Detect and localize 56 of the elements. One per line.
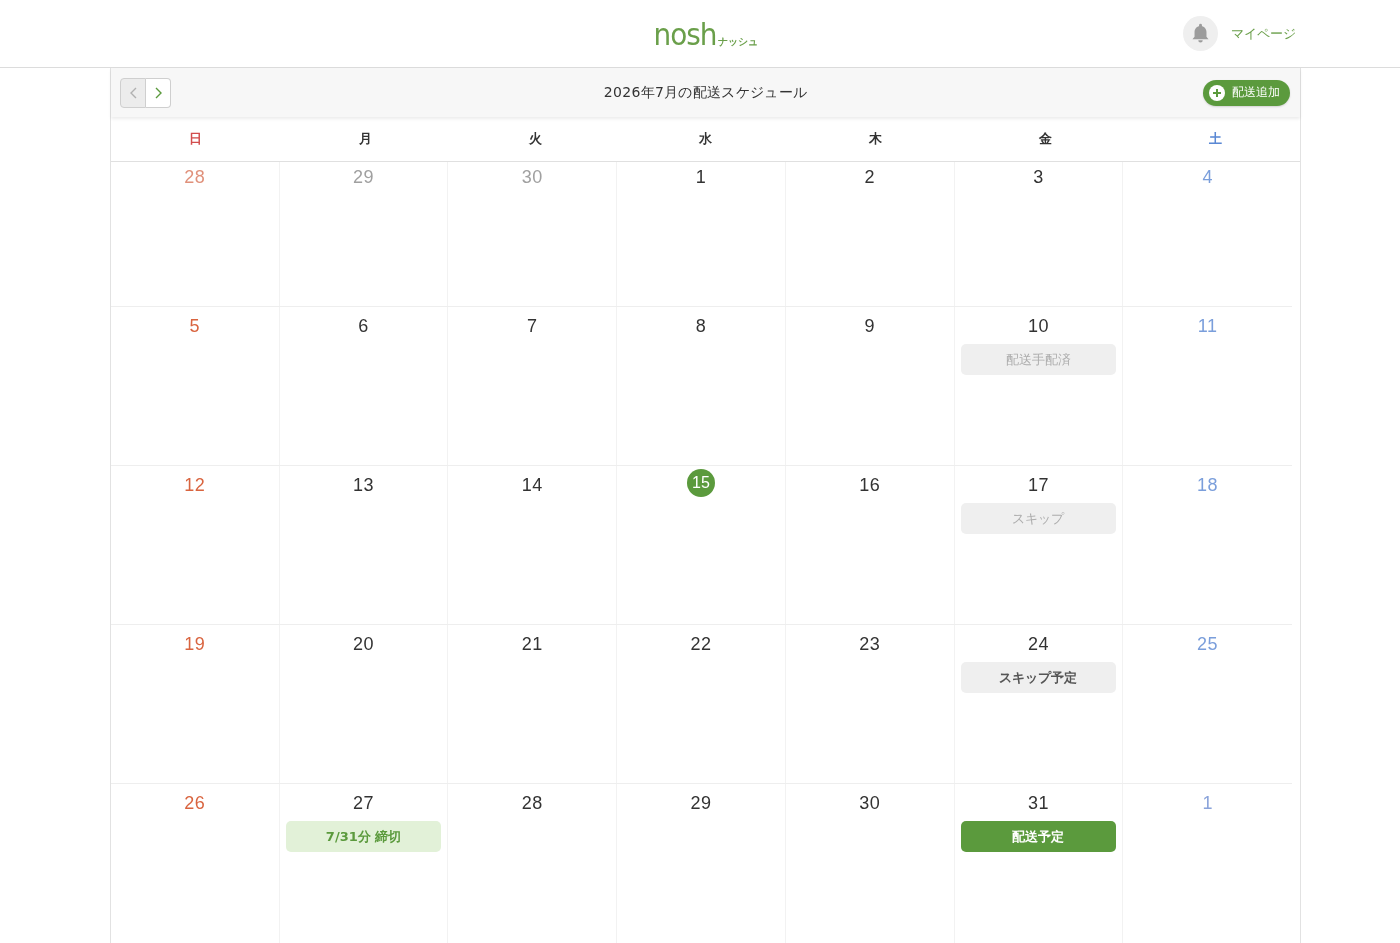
weekday-label: 水	[699, 130, 712, 148]
date-number: 31	[1027, 792, 1049, 814]
date-number: 1	[695, 166, 707, 188]
bell-icon[interactable]	[1183, 16, 1218, 51]
date-number: 24	[1027, 633, 1049, 655]
weekday-label: 木	[868, 130, 882, 148]
date-number: 19	[184, 633, 206, 655]
date-number: 25	[1197, 633, 1219, 655]
date-number: 11	[1197, 315, 1218, 337]
date-number: 21	[521, 633, 543, 655]
weekday-label: 日	[189, 130, 203, 148]
date-number: 5	[189, 315, 201, 337]
date-number: 6	[358, 315, 369, 337]
date-number: 30	[859, 792, 881, 814]
status-tag[interactable]: スキップ予定	[960, 662, 1117, 693]
weekday-label: 金	[1038, 130, 1052, 148]
date-number: 12	[184, 474, 206, 496]
date-number: 18	[1197, 474, 1219, 496]
date-number: 7	[527, 315, 538, 337]
date-number: 1	[1202, 792, 1213, 814]
date-number: 20	[353, 633, 375, 655]
date-number: 4	[1202, 166, 1213, 188]
date-number: 2	[864, 166, 875, 188]
date-number: 28	[184, 166, 206, 188]
date-number: 9	[864, 315, 875, 337]
date-number: 23	[859, 633, 881, 655]
date-number: 8	[695, 315, 707, 337]
date-number: 30	[521, 166, 543, 188]
date-number: 17	[1027, 474, 1049, 496]
deadline-tag[interactable]: 7/31分 締切	[285, 821, 442, 852]
chevron-right-icon	[154, 86, 162, 99]
date-number: 28	[521, 792, 543, 814]
date-number: 14	[521, 474, 543, 496]
add-delivery-button[interactable]: 配送追加	[1203, 79, 1290, 106]
plus-icon	[1209, 84, 1225, 101]
chevron-left-icon	[129, 86, 137, 99]
delivery-tag[interactable]: 配送予定	[960, 821, 1117, 852]
date-number: 29	[690, 792, 712, 814]
weekday-label: 土	[1208, 130, 1222, 148]
date-number: 13	[353, 474, 375, 496]
date-number: 3	[1033, 166, 1044, 188]
date-number: 27	[353, 792, 375, 814]
date-number: 26	[184, 792, 206, 814]
my-page-link[interactable]: マイページ	[1231, 24, 1296, 43]
date-number: 29	[353, 166, 375, 188]
date-number: 10	[1027, 315, 1049, 337]
next-month-button[interactable]	[146, 77, 171, 108]
status-tag[interactable]: 配送手配済	[960, 344, 1117, 375]
date-number: 22	[690, 633, 712, 655]
weekday-label: 火	[529, 130, 543, 148]
logo-reading[interactable]: ナッシュ	[718, 34, 759, 49]
date-number: 16	[859, 474, 881, 496]
calendar-title: 2026年7月の配送スケジュール	[603, 83, 808, 102]
weekday-label: 月	[359, 130, 373, 148]
today-date-marker: 15	[687, 469, 715, 497]
logo-wordmark[interactable]: nosh	[653, 17, 717, 50]
